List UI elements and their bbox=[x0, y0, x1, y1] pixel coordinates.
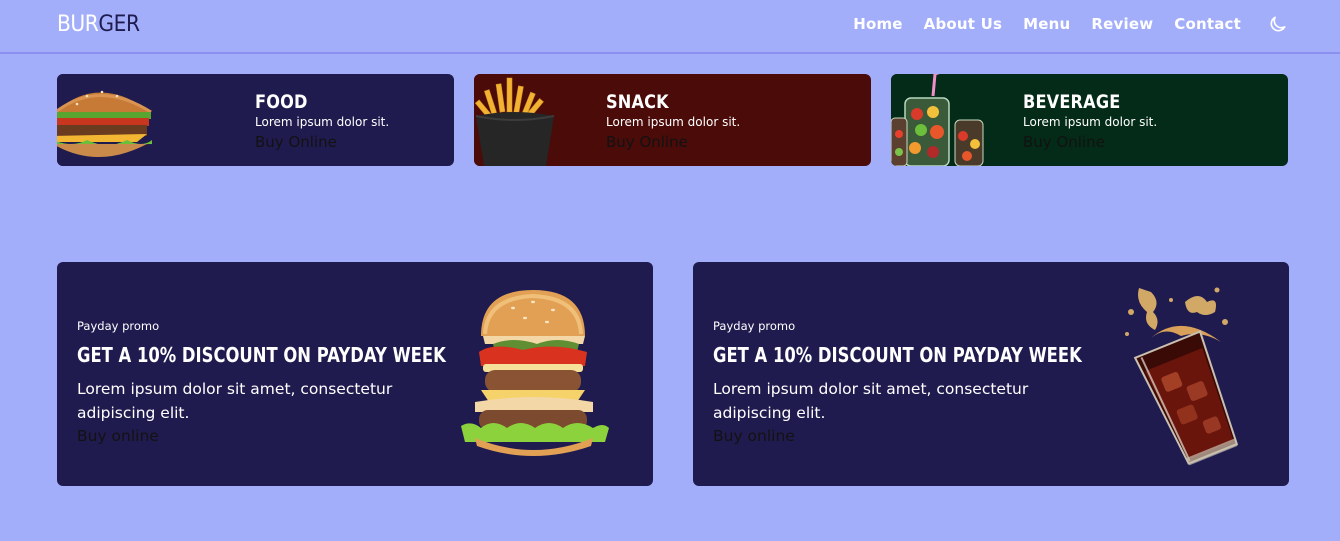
brand-logo-part1: BUR bbox=[57, 12, 99, 37]
brand-logo-part2: GER bbox=[98, 12, 140, 37]
nav-menu: Home About Us Menu Review Contact bbox=[853, 15, 1241, 33]
fruit-jar-image bbox=[891, 74, 991, 166]
navbar: BURGER Home About Us Menu Review Contact bbox=[0, 0, 1340, 54]
category-card-beverage: BEVERAGE Lorem ipsum dolor sit. Buy Onli… bbox=[891, 74, 1288, 166]
buy-online-link[interactable]: Buy Online bbox=[1023, 133, 1105, 151]
buy-online-link[interactable]: Buy online bbox=[77, 427, 159, 445]
buy-online-link[interactable]: Buy online bbox=[713, 427, 795, 445]
cola-glass-image bbox=[1125, 287, 1239, 466]
theme-toggle-button[interactable] bbox=[1268, 14, 1288, 34]
nav-review[interactable]: Review bbox=[1091, 15, 1153, 33]
category-card-snack: SNACK Lorem ipsum dolor sit. Buy Online bbox=[474, 74, 871, 166]
promo-card-burger: Payday promo GET A 10% DISCOUNT ON PAYDA… bbox=[57, 262, 653, 486]
nav-about-us[interactable]: About Us bbox=[924, 15, 1002, 33]
promo-tag: Payday promo bbox=[77, 319, 160, 333]
buy-online-link[interactable]: Buy Online bbox=[255, 133, 337, 151]
nav-contact[interactable]: Contact bbox=[1174, 15, 1241, 33]
double-burger-image bbox=[461, 290, 609, 456]
nav-menu-link[interactable]: Menu bbox=[1023, 15, 1070, 33]
promo-card-beverage: Payday promo GET A 10% DISCOUNT ON PAYDA… bbox=[693, 262, 1289, 486]
category-subtitle: Lorem ipsum dolor sit. bbox=[255, 115, 390, 129]
nav-home[interactable]: Home bbox=[853, 15, 902, 33]
fries-image bbox=[474, 74, 574, 166]
category-subtitle: Lorem ipsum dolor sit. bbox=[1023, 115, 1158, 129]
category-card-food: FOOD Lorem ipsum dolor sit. Buy Online bbox=[57, 74, 454, 166]
moon-icon bbox=[1270, 16, 1286, 32]
category-title: BEVERAGE bbox=[1023, 91, 1121, 113]
promo-heading: GET A 10% DISCOUNT ON PAYDAY WEEK bbox=[77, 343, 446, 367]
category-subtitle: Lorem ipsum dolor sit. bbox=[606, 115, 741, 129]
burger-image bbox=[57, 74, 157, 166]
buy-online-link[interactable]: Buy Online bbox=[606, 133, 688, 151]
promo-description: Lorem ipsum dolor sit amet, consectetur … bbox=[713, 380, 1029, 422]
promo-heading: GET A 10% DISCOUNT ON PAYDAY WEEK bbox=[713, 343, 1082, 367]
promo-description: Lorem ipsum dolor sit amet, consectetur … bbox=[77, 380, 393, 422]
promo-tag: Payday promo bbox=[713, 319, 796, 333]
category-title: SNACK bbox=[606, 91, 669, 113]
category-title: FOOD bbox=[255, 91, 308, 113]
brand-logo[interactable]: BURGER bbox=[57, 12, 140, 37]
